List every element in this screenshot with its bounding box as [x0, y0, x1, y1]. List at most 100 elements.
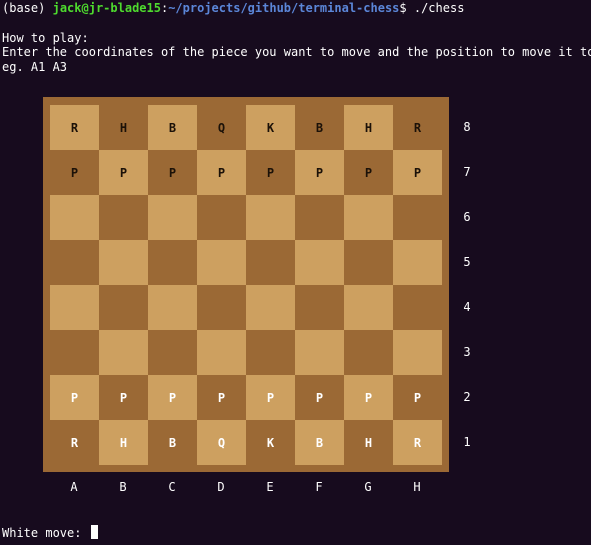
user-host: jack@jr-blade15	[52, 1, 161, 15]
chess-board: R H B Q K B H R P P P P P P P P P P P P P P P P R H B Q K B H R	[43, 97, 449, 472]
move-prompt-label: White move:	[2, 526, 82, 540]
rank-label: 3	[463, 345, 471, 359]
white-piece: H	[364, 435, 373, 450]
square-g8: H	[344, 105, 393, 150]
white-piece: R	[70, 435, 79, 450]
square-e2: P	[246, 375, 295, 420]
white-piece: P	[364, 390, 373, 405]
square-h1: R	[393, 420, 442, 465]
square-f5	[295, 240, 344, 285]
white-piece: P	[413, 390, 422, 405]
file-label: D	[217, 480, 225, 494]
square-a7: P	[50, 150, 99, 195]
rank-label: 4	[463, 300, 471, 314]
instructions-heading: How to play:	[2, 31, 89, 45]
square-b1: H	[99, 420, 148, 465]
square-e7: P	[246, 150, 295, 195]
white-piece: B	[168, 435, 177, 450]
square-d7: P	[197, 150, 246, 195]
square-c1: B	[148, 420, 197, 465]
black-piece: P	[413, 165, 422, 180]
square-d2: P	[197, 375, 246, 420]
file-label: A	[70, 480, 78, 494]
square-b7: P	[99, 150, 148, 195]
rank-label: 8	[463, 120, 471, 134]
black-piece: P	[315, 165, 324, 180]
black-piece: P	[364, 165, 373, 180]
square-h7: P	[393, 150, 442, 195]
square-g6	[344, 195, 393, 240]
square-f8: B	[295, 105, 344, 150]
square-b6	[99, 195, 148, 240]
square-c7: P	[148, 150, 197, 195]
square-c8: B	[148, 105, 197, 150]
white-piece: B	[315, 435, 324, 450]
black-piece: P	[70, 165, 79, 180]
square-c5	[148, 240, 197, 285]
square-a2: P	[50, 375, 99, 420]
terminal-cursor[interactable]	[90, 525, 98, 539]
square-d8: Q	[197, 105, 246, 150]
rank-label: 6	[463, 210, 471, 224]
square-h2: P	[393, 375, 442, 420]
square-e1: K	[246, 420, 295, 465]
white-piece: H	[119, 435, 128, 450]
black-piece: R	[413, 120, 422, 135]
square-f2: P	[295, 375, 344, 420]
square-c6	[148, 195, 197, 240]
conda-env: (base)	[2, 1, 46, 15]
black-piece: K	[266, 120, 275, 135]
square-a5	[50, 240, 99, 285]
instructions-line-1: Enter the coordinates of the piece you w…	[2, 45, 591, 59]
black-piece: P	[168, 165, 177, 180]
square-d5	[197, 240, 246, 285]
white-piece: P	[168, 390, 177, 405]
square-a1: R	[50, 420, 99, 465]
instructions-line-2: eg. A1 A3	[2, 60, 68, 74]
file-label: H	[413, 480, 421, 494]
square-c2: P	[148, 375, 197, 420]
square-b2: P	[99, 375, 148, 420]
square-e3	[246, 330, 295, 375]
black-piece: P	[119, 165, 128, 180]
square-b3	[99, 330, 148, 375]
square-a4	[50, 285, 99, 330]
square-f7: P	[295, 150, 344, 195]
square-d1: Q	[197, 420, 246, 465]
file-label: G	[364, 480, 372, 494]
black-piece: H	[119, 120, 128, 135]
rank-label: 7	[463, 165, 471, 179]
square-b4	[99, 285, 148, 330]
command-text: ./chess	[413, 1, 465, 15]
rank-label: 5	[463, 255, 471, 269]
square-d3	[197, 330, 246, 375]
white-piece: Q	[217, 435, 226, 450]
square-e4	[246, 285, 295, 330]
square-b5	[99, 240, 148, 285]
black-piece: P	[266, 165, 275, 180]
white-piece: R	[413, 435, 422, 450]
black-piece: P	[217, 165, 226, 180]
square-a6	[50, 195, 99, 240]
square-e5	[246, 240, 295, 285]
file-label: F	[315, 480, 323, 494]
white-piece: P	[70, 390, 79, 405]
square-e6	[246, 195, 295, 240]
square-g1: H	[344, 420, 393, 465]
black-piece: Q	[217, 120, 226, 135]
white-piece: K	[266, 435, 275, 450]
square-c3	[148, 330, 197, 375]
square-a8: R	[50, 105, 99, 150]
square-b8: H	[99, 105, 148, 150]
square-h8: R	[393, 105, 442, 150]
square-g7: P	[344, 150, 393, 195]
current-path: ~/projects/github/terminal-chess	[168, 1, 400, 15]
move-input-line[interactable]: White move:	[2, 525, 98, 540]
square-f3	[295, 330, 344, 375]
white-piece: P	[119, 390, 128, 405]
white-piece: P	[266, 390, 275, 405]
white-piece: P	[315, 390, 324, 405]
square-e8: K	[246, 105, 295, 150]
square-h4	[393, 285, 442, 330]
rank-label: 2	[463, 390, 471, 404]
